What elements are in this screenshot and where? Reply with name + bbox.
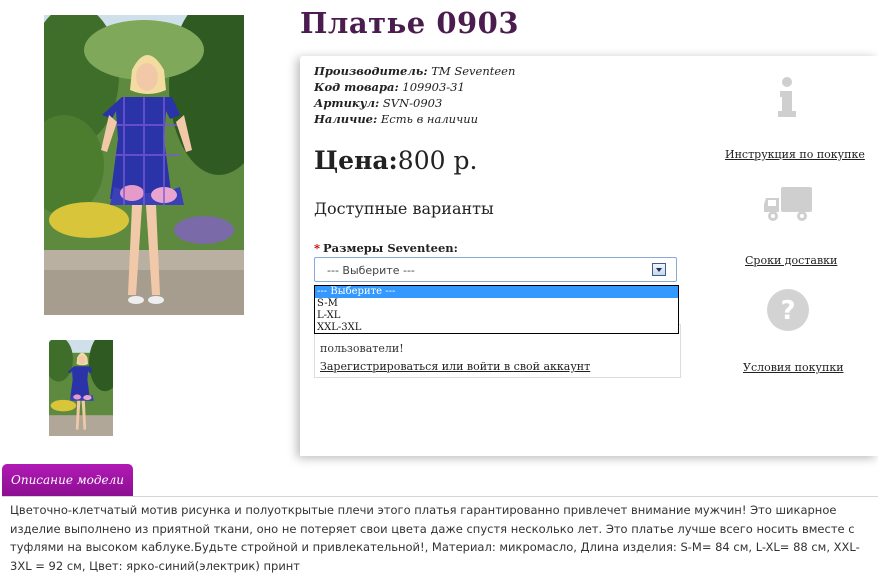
product-photo[interactable] — [44, 15, 244, 315]
login-notice-text: пользователи! — [320, 342, 404, 355]
price-label: Цена: — [314, 146, 398, 175]
size-select[interactable]: --- Выберите --- — [314, 257, 677, 282]
meta-article: Артикул: SVN-0903 — [314, 96, 443, 110]
info-icon[interactable] — [774, 76, 800, 118]
divider — [2, 496, 878, 497]
question-icon[interactable]: ? — [766, 288, 810, 332]
svg-text:?: ? — [780, 296, 795, 326]
required-mark: * — [314, 241, 321, 255]
variants-heading: Доступные варианты — [314, 199, 494, 218]
dropdown-option[interactable]: XXL-3XL — [315, 322, 678, 334]
product-info-panel: Производитель: TM Seventeen Код товара: … — [300, 56, 878, 456]
meta-manufacturer: Производитель: TM Seventeen — [314, 64, 516, 78]
delivery-link[interactable]: Сроки доставки — [745, 254, 837, 267]
register-login-link[interactable]: Зарегистрироваться или войти в свой акка… — [320, 360, 590, 373]
truck-icon[interactable] — [764, 184, 814, 224]
chevron-down-icon[interactable] — [652, 263, 666, 276]
tab-description[interactable]: Описание модели — [2, 464, 133, 496]
conditions-link[interactable]: Условия покупки — [743, 361, 844, 374]
instruction-link[interactable]: Инструкция по покупке — [725, 148, 865, 161]
product-price: Цена:800 р. — [314, 146, 477, 175]
meta-product-code: Код товара: 109903-31 — [314, 80, 465, 94]
product-thumbnail[interactable] — [49, 340, 113, 436]
meta-availability: Наличие: Есть в наличии — [314, 112, 479, 126]
size-label: * Размеры Seventeen: — [314, 241, 458, 255]
product-title: Платье 0903 — [300, 6, 520, 40]
dropdown-option[interactable]: S-M — [315, 298, 678, 310]
price-value: 800 р. — [397, 146, 478, 175]
size-select-value: --- Выберите --- — [327, 264, 415, 277]
dropdown-option[interactable]: --- Выберите --- — [315, 286, 678, 298]
description-text: Цветочно-клетчатый мотив рисунка и полуо… — [10, 503, 860, 573]
product-meta: Производитель: TM Seventeen Код товара: … — [314, 63, 515, 127]
dropdown-option[interactable]: L-XL — [315, 310, 678, 322]
size-dropdown-list[interactable]: --- Выберите --- S-M L-XL XXL-3XL — [314, 285, 679, 334]
